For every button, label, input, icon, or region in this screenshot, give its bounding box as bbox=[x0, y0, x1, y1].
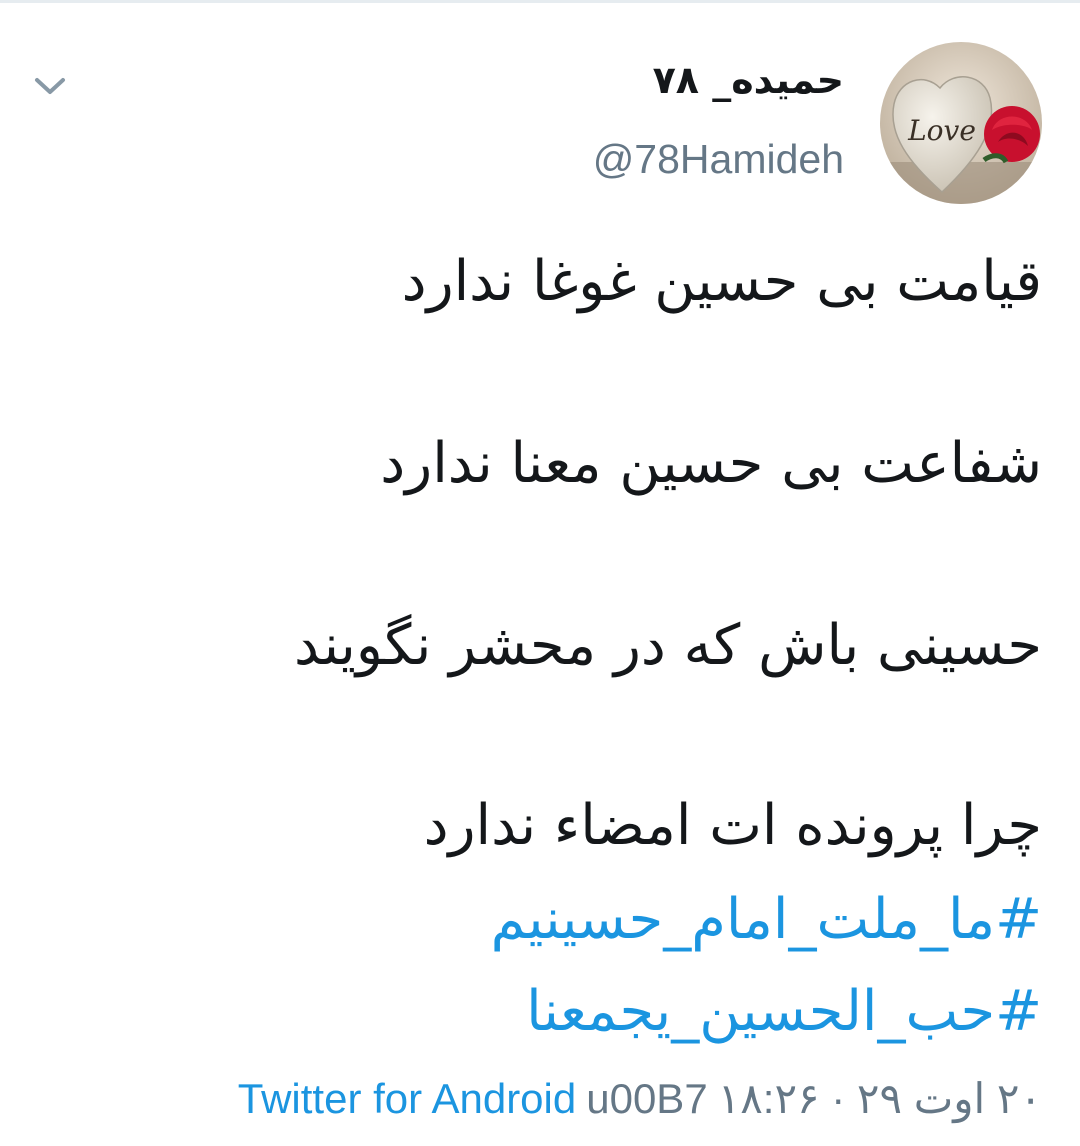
source-link[interactable]: Twitter for Android bbox=[238, 1075, 576, 1123]
tweet-meta: Twitter for Android u00B7 ۲۰ اوت ۲۹ · ۱۸… bbox=[238, 1074, 1042, 1123]
tweet-line-4: چرا پرونده ات امضاء ندارد bbox=[423, 793, 1042, 858]
tweet-line-1: قیامت بی حسین غوغا ندارد bbox=[401, 249, 1042, 314]
avatar-love-text: Love bbox=[907, 114, 976, 147]
chevron-down-icon[interactable] bbox=[30, 68, 70, 104]
avatar[interactable]: Love bbox=[880, 42, 1042, 204]
hashtag-link-2[interactable]: #حب_الحسین_یجمعنا bbox=[526, 970, 1042, 1054]
display-name[interactable]: حمیده_ ۷۸ bbox=[653, 58, 844, 102]
meta-separator: u00B7 bbox=[586, 1075, 708, 1122]
tweet-line-2: شفاعت بی حسین معنا ندارد bbox=[380, 431, 1042, 496]
user-handle[interactable]: @78Hamideh bbox=[593, 136, 844, 183]
tweet-line-3: حسینی باش که در محشر نگویند bbox=[293, 613, 1042, 678]
hashtag-link-1[interactable]: #ما_ملت_امام_حسینیم bbox=[491, 878, 1042, 962]
tweet-timestamp[interactable]: ۲۰ اوت ۲۹ · ۱۸:۲۶ bbox=[718, 1074, 1042, 1123]
top-divider bbox=[0, 0, 1080, 3]
